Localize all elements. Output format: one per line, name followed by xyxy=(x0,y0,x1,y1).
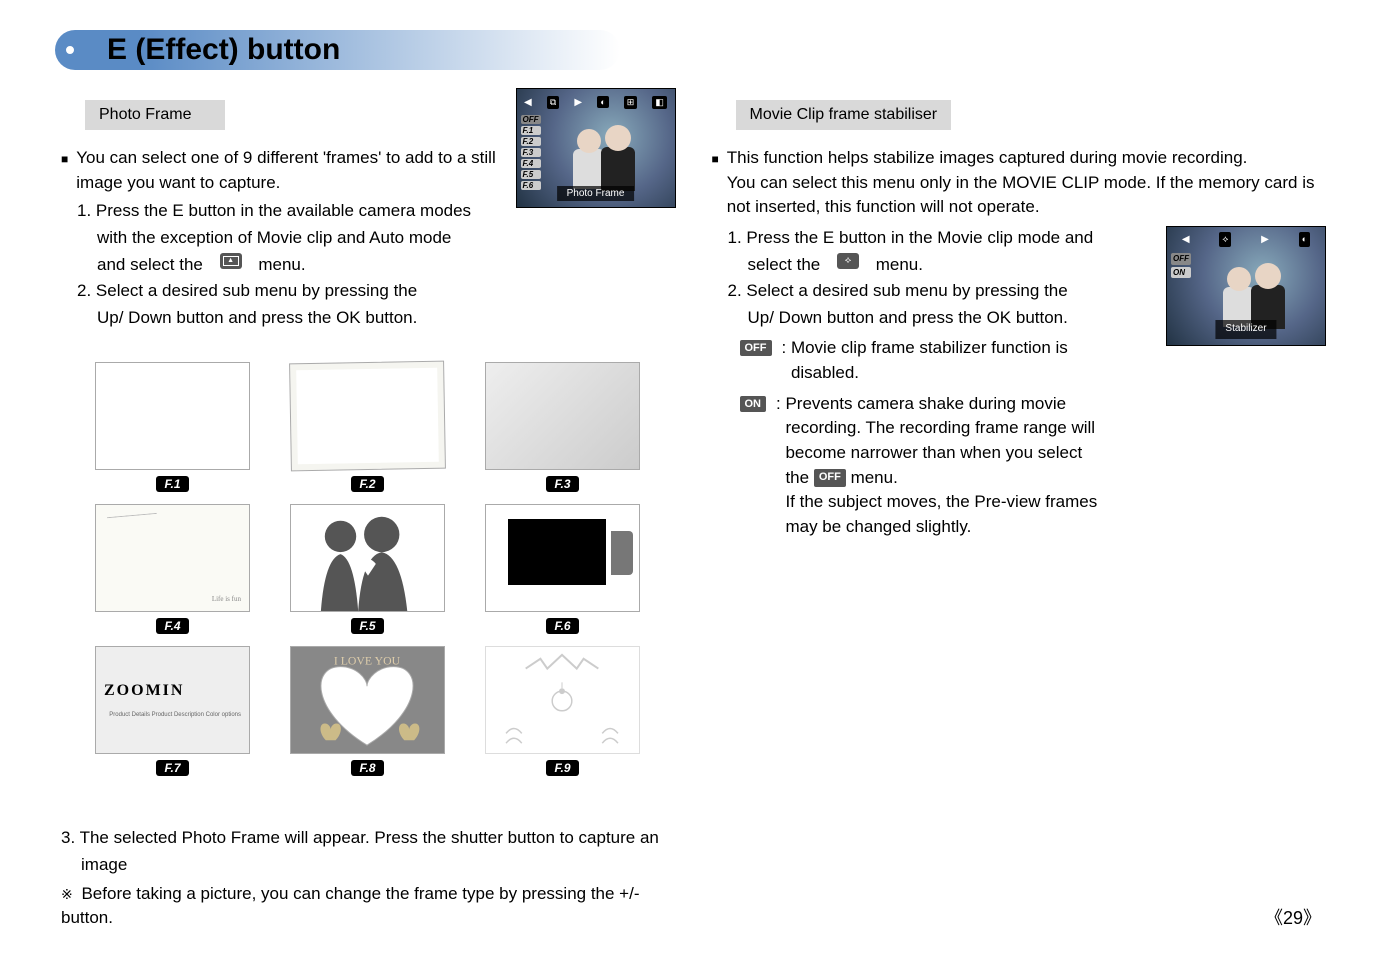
step-text: with the exception of Movie clip and Aut… xyxy=(97,226,451,251)
frame-option-5: F.5 xyxy=(280,504,455,634)
lcd-caption: Photo Frame xyxy=(557,186,635,201)
step-text: select the xyxy=(748,253,821,278)
lcd-side-item: OFF xyxy=(1171,253,1191,265)
section-label-photo-frame: Photo Frame xyxy=(85,100,225,130)
frame-option-9: F.9 xyxy=(475,646,650,776)
title-bar: E (Effect) button xyxy=(55,30,1326,70)
frame-label: F.4 xyxy=(156,618,188,634)
frame-option-7: ZOOMIN Product Details Product Descripti… xyxy=(85,646,260,776)
left-arrow-icon: ◀ xyxy=(524,97,532,108)
bullet-icon: ■ xyxy=(61,151,68,168)
step-text: and select the xyxy=(97,253,203,278)
on-text: recording. The recording frame range wil… xyxy=(785,418,1095,437)
on-text: : Prevents camera shake during movie xyxy=(776,394,1066,413)
step-text: image xyxy=(81,853,127,878)
frame-icon: ⧉ xyxy=(547,96,559,109)
lcd-top-icons: ◀ ⟡ ▶ ◐ xyxy=(1167,231,1325,249)
left-column: Photo Frame ◀ ⧉ ▶ ◐ ⊞ ◧ OFF xyxy=(55,88,676,931)
lcd-preview-photo-frame: ◀ ⧉ ▶ ◐ ⊞ ◧ OFF F.1 F.2 F.3 F.4 F.5 F.6 … xyxy=(516,88,676,208)
frame-option-3: F.3 xyxy=(475,362,650,492)
page-number-value: 29 xyxy=(1283,908,1303,928)
lcd-side-item: F.6 xyxy=(521,181,541,190)
palette-icon: ◐ xyxy=(597,96,608,108)
right-arrow-icon: ▶ xyxy=(1261,233,1269,248)
step-text: 1. Press the E button in the available c… xyxy=(77,199,471,224)
lcd-side-item: ON xyxy=(1171,267,1191,279)
lcd-side-list: OFF ON xyxy=(1171,253,1191,278)
intro-text: not inserted, this function will not ope… xyxy=(727,197,1040,216)
frame-grid: F.1 F.2 F.3 Life is fun F.4 xyxy=(85,362,676,776)
off-text: disabled. xyxy=(791,363,859,382)
step-text: 2. Select a desired sub menu by pressing… xyxy=(77,279,417,304)
frame8-text: I LOVE YOU xyxy=(334,655,401,668)
off-text: : Movie clip frame stabilizer function i… xyxy=(782,338,1068,357)
lcd-caption: Stabilizer xyxy=(1215,320,1276,339)
step-text: menu. xyxy=(258,253,305,278)
intro-text: You can select one of 9 different 'frame… xyxy=(76,146,497,195)
page-title: E (Effect) button xyxy=(107,33,340,67)
lcd-side-item: F.2 xyxy=(521,137,541,146)
lcd-side-item: F.5 xyxy=(521,170,541,179)
stabilizer-menu-icon xyxy=(837,253,859,269)
on-text: may be changed slightly. xyxy=(785,517,971,536)
lcd-side-item: F.3 xyxy=(521,148,541,157)
stabilizer-icon: ◧ xyxy=(652,96,667,109)
frame-option-2: F.2 xyxy=(280,362,455,492)
frame-label: F.3 xyxy=(546,476,578,492)
frame-label: F.9 xyxy=(546,760,578,776)
lcd-preview-stabilizer: ◀ ⟡ ▶ ◐ OFF ON Stabilizer xyxy=(1166,226,1326,346)
frame7-logo: ZOOMIN xyxy=(104,682,241,700)
on-text: menu. xyxy=(851,468,898,487)
frame-option-8: I LOVE YOU F.8 xyxy=(280,646,455,776)
lcd-top-icons: ◀ ⧉ ▶ ◐ ⊞ ◧ xyxy=(517,93,675,111)
step-text: 1. Press the E button in the Movie clip … xyxy=(728,226,1094,251)
stabilizer-icon: ⟡ xyxy=(1219,232,1231,247)
palette-icon: ◐ xyxy=(1299,232,1310,247)
frame-label: F.8 xyxy=(351,760,383,776)
off-inline-badge-icon: OFF xyxy=(814,469,846,487)
note-text: Before taking a picture, you can change … xyxy=(61,884,640,928)
right-arrow-icon: ▶ xyxy=(574,97,582,108)
frame-label: F.6 xyxy=(546,618,578,634)
frame-option-1: F.1 xyxy=(85,362,260,492)
step-text: 2. Select a desired sub menu by pressing… xyxy=(728,279,1068,304)
lcd-side-item: F.4 xyxy=(521,159,541,168)
intro-text: You can select this menu only in the MOV… xyxy=(727,173,1315,192)
title-pill: E (Effect) button xyxy=(55,30,620,70)
intro-text: This function helps stabilize images cap… xyxy=(727,148,1248,167)
frame-option-6: F.6 xyxy=(475,504,650,634)
page-number: 《29》 xyxy=(1265,904,1321,930)
frame-label: F.7 xyxy=(156,760,188,776)
step-text: Up/ Down button and press the OK button. xyxy=(748,306,1068,331)
step-text: 3. The selected Photo Frame will appear.… xyxy=(61,826,659,851)
lcd-side-item: OFF xyxy=(521,115,541,124)
on-text: become narrower than when you select xyxy=(785,443,1082,462)
frame-label: F.1 xyxy=(156,476,188,492)
frame-menu-icon xyxy=(220,253,242,269)
on-text: the xyxy=(785,468,809,487)
section-label-stabiliser: Movie Clip frame stabiliser xyxy=(736,100,952,130)
off-badge-icon: OFF xyxy=(740,340,772,356)
bullet-icon: ■ xyxy=(712,151,719,168)
on-text: If the subject moves, the Pre-view frame… xyxy=(785,492,1097,511)
lcd-side-item: F.1 xyxy=(521,126,541,135)
step-text: Up/ Down button and press the OK button. xyxy=(97,306,417,331)
frame7-lines: Product Details Product Description Colo… xyxy=(109,712,241,719)
frame-label: F.5 xyxy=(351,618,383,634)
right-column: Movie Clip frame stabiliser ■ This funct… xyxy=(706,88,1327,931)
frame-option-4: Life is fun F.4 xyxy=(85,504,260,634)
lcd-side-list: OFF F.1 F.2 F.3 F.4 F.5 F.6 xyxy=(521,115,541,190)
on-badge-icon: ON xyxy=(740,396,767,412)
title-dot-icon xyxy=(63,43,77,57)
left-arrow-icon: ◀ xyxy=(1182,233,1190,248)
note-icon: ※ xyxy=(61,886,73,902)
frame4-caption: Life is fun xyxy=(212,595,241,603)
composite-icon: ⊞ xyxy=(624,96,638,109)
step-text: menu. xyxy=(876,253,923,278)
frame-label: F.2 xyxy=(351,476,383,492)
